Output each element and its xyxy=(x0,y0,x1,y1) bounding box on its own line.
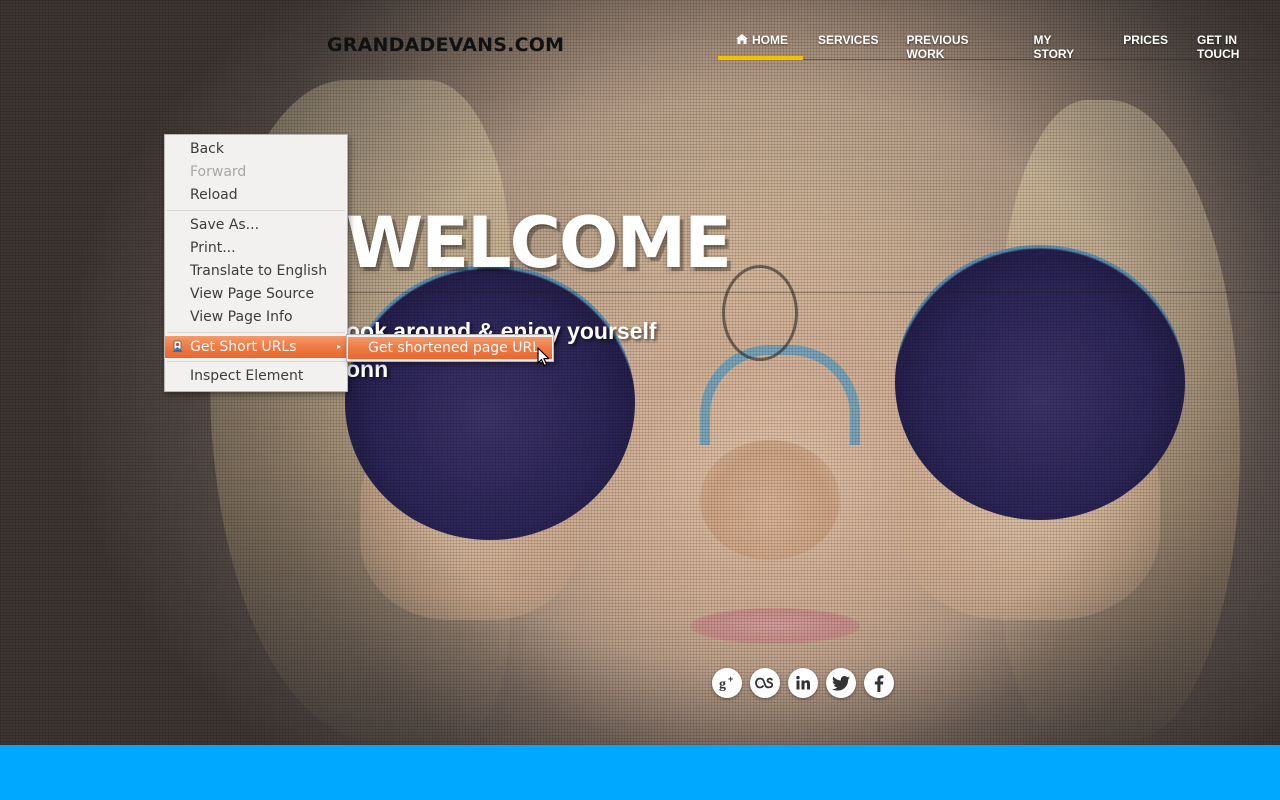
context-menu-view-page-info[interactable]: View Page Info xyxy=(165,306,347,329)
extension-icon xyxy=(172,340,183,352)
site-logo[interactable]: GRANDADEVANS.COM xyxy=(327,34,564,56)
nav-item-label: PRICES xyxy=(1123,33,1168,47)
nav-item-label: GET IN TOUCH xyxy=(1196,33,1240,61)
context-menu-separator xyxy=(167,332,345,333)
main-nav: HOME SERVICES PREVIOUS WORK MY STORY PRI… xyxy=(718,0,1280,61)
google-plus-icon[interactable]: g + xyxy=(712,668,742,698)
twitter-icon[interactable] xyxy=(826,668,856,698)
svg-text:g: g xyxy=(719,677,726,692)
context-menu-save-as[interactable]: Save As... xyxy=(165,214,347,237)
context-menu-inspect-element[interactable]: Inspect Element xyxy=(165,365,347,388)
submenu-get-shortened-page-url[interactable]: Get shortened page URL xyxy=(348,337,552,359)
context-menu-separator xyxy=(167,210,345,211)
nav-item-label: MY STORY xyxy=(1033,33,1075,61)
context-menu-view-source[interactable]: View Page Source xyxy=(165,283,347,306)
svg-text:+: + xyxy=(728,674,733,684)
home-icon xyxy=(736,34,748,44)
nav-item-prices[interactable]: PRICES xyxy=(1108,0,1183,60)
context-menu-separator xyxy=(167,361,345,362)
nav-item-get-in-touch[interactable]: GET IN TOUCH xyxy=(1183,0,1280,61)
context-menu-reload[interactable]: Reload xyxy=(165,184,347,207)
submenu-arrow-icon: ▸ xyxy=(336,342,341,351)
nav-item-previous-work[interactable]: PREVIOUS WORK xyxy=(893,0,1020,61)
facebook-icon[interactable] xyxy=(864,668,894,698)
lastfm-icon[interactable] xyxy=(750,668,780,698)
context-menu-item-label: Get Short URLs xyxy=(190,339,297,355)
nav-item-label: PREVIOUS WORK xyxy=(906,33,969,61)
nav-item-label: HOME xyxy=(752,33,788,47)
context-menu-translate[interactable]: Translate to English xyxy=(165,260,347,283)
footer-bar xyxy=(0,745,1280,800)
linkedin-icon[interactable] xyxy=(788,668,818,698)
context-menu-get-short-urls[interactable]: Get Short URLs ▸ xyxy=(165,336,347,358)
hero-heading: WELCOME xyxy=(346,202,732,284)
nav-item-label: SERVICES xyxy=(818,33,879,47)
context-menu-back[interactable]: Back xyxy=(165,138,347,161)
context-submenu: Get shortened page URL xyxy=(346,334,554,362)
social-links: g + xyxy=(712,668,894,698)
nav-item-my-story[interactable]: MY STORY xyxy=(1020,0,1108,61)
mouse-cursor-icon xyxy=(537,347,550,367)
nav-item-services[interactable]: SERVICES xyxy=(803,0,893,60)
nav-item-home[interactable]: HOME xyxy=(718,0,803,60)
hero-divider-line xyxy=(346,292,1280,293)
browser-context-menu: Back Forward Reload Save As... Print... … xyxy=(164,134,348,392)
context-menu-print[interactable]: Print... xyxy=(165,237,347,260)
context-menu-forward: Forward xyxy=(190,164,247,180)
